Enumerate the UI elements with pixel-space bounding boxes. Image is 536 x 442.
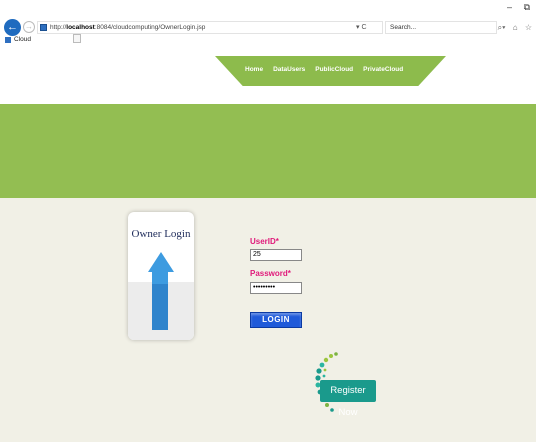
- nav-privatecloud[interactable]: PrivateCloud: [363, 64, 403, 76]
- nav-home[interactable]: Home: [245, 64, 263, 76]
- nav-datausers[interactable]: DataUsers: [273, 64, 305, 76]
- browser-chrome: – ⧉ ← → http://localhost:8084/cloudcompu…: [0, 0, 536, 44]
- favorites-star-icon[interactable]: ☆: [525, 23, 532, 32]
- back-arrow-icon: ←: [7, 21, 18, 33]
- url-path: :8084/cloudcomputing/OwnerLogin.jsp: [94, 24, 206, 31]
- nav-publiccloud[interactable]: PublicCloud: [315, 64, 353, 76]
- address-bar[interactable]: http://localhost:8084/cloudcomputing/Own…: [37, 21, 383, 34]
- window-controls: – ⧉: [498, 2, 530, 13]
- restore-icon[interactable]: ⧉: [524, 2, 530, 12]
- url-host: localhost: [66, 24, 95, 31]
- url-prefix: http://: [50, 24, 67, 31]
- minimize-icon[interactable]: –: [507, 2, 512, 12]
- refresh-button[interactable]: ▾ C: [356, 21, 367, 34]
- hero-banner: [0, 104, 536, 198]
- password-label: Password*: [250, 269, 291, 278]
- forward-button[interactable]: →: [23, 21, 35, 33]
- register-now-label: Register Now: [320, 380, 376, 418]
- search-icon[interactable]: ⌕▾: [498, 23, 506, 32]
- search-box[interactable]: Search...: [385, 21, 497, 34]
- userid-input[interactable]: 25: [250, 249, 302, 261]
- password-input[interactable]: •••••••••: [250, 282, 302, 294]
- forward-arrow-icon: →: [25, 22, 33, 31]
- owner-login-title: Owner Login: [131, 228, 191, 240]
- owner-login-card: Owner Login: [128, 212, 194, 340]
- tab-title: Cloud: [14, 36, 31, 43]
- new-tab-button[interactable]: [73, 34, 81, 43]
- userid-label: UserID*: [250, 237, 279, 246]
- main-nav: Home DataUsers PublicCloud PrivateCloud: [245, 64, 405, 76]
- register-now-button[interactable]: Register Now: [312, 348, 382, 418]
- back-button[interactable]: ←: [4, 19, 21, 36]
- door-arrow-icon: [148, 252, 174, 330]
- toolbar-icons: ⌕▾ ⌂ ☆: [493, 21, 532, 34]
- login-button[interactable]: LOGIN: [250, 312, 302, 328]
- tab-favicon-icon: [5, 37, 11, 43]
- page-favicon-icon: [40, 24, 47, 31]
- home-icon[interactable]: ⌂: [513, 23, 518, 32]
